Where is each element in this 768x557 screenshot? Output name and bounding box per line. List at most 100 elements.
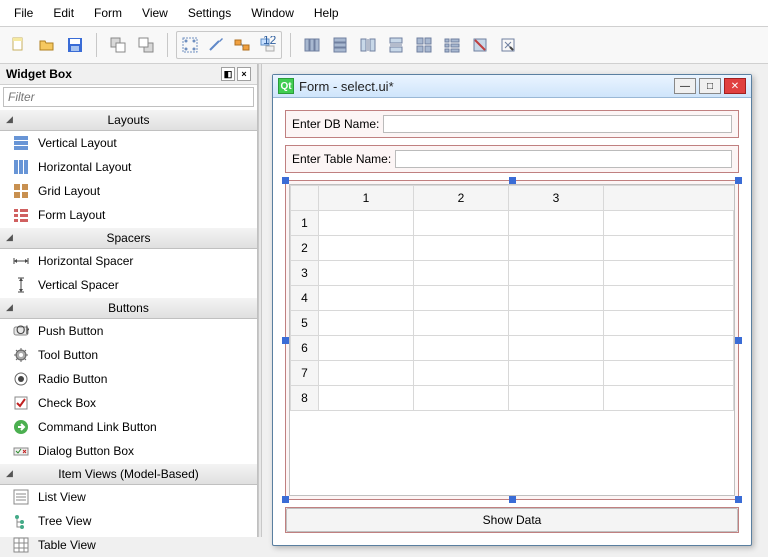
widget-list-view[interactable]: List View [0, 485, 257, 509]
design-area: Qt Form - select.ui* — □ ✕ Enter DB Name… [262, 64, 768, 537]
category-itemviews-header[interactable]: ◢Item Views (Model-Based) [0, 463, 257, 485]
list-view-icon [12, 489, 30, 505]
close-button[interactable]: ✕ [724, 78, 746, 94]
radio-button-icon [12, 371, 30, 387]
row-header-5[interactable]: 5 [291, 311, 319, 336]
row-header-1[interactable]: 1 [291, 211, 319, 236]
menubar: File Edit Form View Settings Window Help [0, 0, 768, 27]
widget-box-filter-input[interactable] [3, 87, 254, 107]
db-name-input-container[interactable]: Enter DB Name: [285, 110, 739, 138]
edit-signals-button[interactable] [203, 32, 229, 58]
widget-box-close-button[interactable]: × [237, 67, 251, 81]
open-file-button[interactable] [34, 32, 60, 58]
send-to-back-button[interactable] [105, 32, 131, 58]
widget-tool-button[interactable]: Tool Button [0, 343, 257, 367]
form-title: Form - select.ui* [299, 79, 669, 94]
menu-help[interactable]: Help [304, 2, 349, 24]
row-header-2[interactable]: 2 [291, 236, 319, 261]
new-file-button[interactable] [6, 32, 32, 58]
layout-horizontal-button[interactable] [299, 32, 325, 58]
table-widget-selection[interactable]: 1 2 3 1 2 3 4 5 6 7 8 [285, 180, 739, 500]
show-data-button-container[interactable]: Show Data [285, 507, 739, 533]
menu-edit[interactable]: Edit [43, 2, 84, 24]
widget-horizontal-spacer[interactable]: Horizontal Spacer [0, 249, 257, 273]
menu-window[interactable]: Window [241, 2, 304, 24]
widget-box-float-button[interactable]: ◧ [221, 67, 235, 81]
widget-table-view[interactable]: Table View [0, 533, 257, 557]
menu-form[interactable]: Form [84, 2, 132, 24]
layout-form-button[interactable] [439, 32, 465, 58]
widget-dialog-button-box[interactable]: Dialog Button Box [0, 439, 257, 463]
maximize-button[interactable]: □ [699, 78, 721, 94]
db-name-label: Enter DB Name: [292, 117, 379, 131]
widget-tree-view[interactable]: Tree View [0, 509, 257, 533]
row-header-3[interactable]: 3 [291, 261, 319, 286]
form-canvas[interactable]: Enter DB Name: Enter Table Name: [273, 98, 751, 545]
widget-check-box[interactable]: Check Box [0, 391, 257, 415]
table-name-input[interactable] [395, 150, 732, 168]
layout-vertical-button[interactable] [327, 32, 353, 58]
svg-text:123: 123 [263, 36, 277, 47]
push-button-icon: OK [12, 323, 30, 339]
dialog-button-box-icon [12, 443, 30, 459]
command-link-icon [12, 419, 30, 435]
qt-icon: Qt [278, 78, 294, 94]
category-buttons-header[interactable]: ◢Buttons [0, 297, 257, 319]
minimize-button[interactable]: — [674, 78, 696, 94]
category-layouts-header[interactable]: ◢Layouts [0, 109, 257, 131]
row-header-6[interactable]: 6 [291, 336, 319, 361]
layout-grid-button[interactable] [411, 32, 437, 58]
form-window: Qt Form - select.ui* — □ ✕ Enter DB Name… [272, 74, 752, 546]
break-layout-button[interactable] [467, 32, 493, 58]
vertical-spacer-icon [12, 277, 30, 293]
table-widget[interactable]: 1 2 3 1 2 3 4 5 6 7 8 [289, 184, 735, 496]
horizontal-spacer-icon [12, 253, 30, 269]
form-titlebar[interactable]: Qt Form - select.ui* — □ ✕ [273, 75, 751, 98]
adjust-size-button[interactable] [495, 32, 521, 58]
layout-hsplit-button[interactable] [355, 32, 381, 58]
db-name-input[interactable] [383, 115, 732, 133]
widget-horizontal-layout[interactable]: Horizontal Layout [0, 155, 257, 179]
table-name-label: Enter Table Name: [292, 152, 391, 166]
table-view-icon [12, 537, 30, 553]
svg-text:OK: OK [16, 323, 29, 337]
row-header-4[interactable]: 4 [291, 286, 319, 311]
widget-grid-layout[interactable]: Grid Layout [0, 179, 257, 203]
widget-command-link-button[interactable]: Command Link Button [0, 415, 257, 439]
col-header-1[interactable]: 1 [319, 186, 414, 211]
col-header-2[interactable]: 2 [414, 186, 509, 211]
widget-push-button[interactable]: OKPush Button [0, 319, 257, 343]
col-header-3[interactable]: 3 [509, 186, 604, 211]
tree-view-icon [12, 513, 30, 529]
widget-form-layout[interactable]: Form Layout [0, 203, 257, 227]
category-spacers-header[interactable]: ◢Spacers [0, 227, 257, 249]
menu-view[interactable]: View [132, 2, 178, 24]
bring-to-front-button[interactable] [133, 32, 159, 58]
show-data-button[interactable]: Show Data [286, 508, 738, 532]
toolbar: 123 [0, 27, 768, 64]
horizontal-layout-icon [12, 159, 30, 175]
workspace: Widget Box ◧ × ◢Layouts Vertical Layout … [0, 64, 768, 537]
menu-file[interactable]: File [4, 2, 43, 24]
check-box-icon [12, 395, 30, 411]
row-header-7[interactable]: 7 [291, 361, 319, 386]
edit-widgets-button[interactable] [177, 32, 203, 58]
widget-box-titlebar: Widget Box ◧ × [0, 64, 257, 85]
widget-box-panel: Widget Box ◧ × ◢Layouts Vertical Layout … [0, 64, 258, 537]
edit-buddies-button[interactable] [229, 32, 255, 58]
table-corner[interactable] [291, 186, 319, 211]
row-header-8[interactable]: 8 [291, 386, 319, 411]
grid-layout-icon [12, 183, 30, 199]
menu-settings[interactable]: Settings [178, 2, 241, 24]
widget-radio-button[interactable]: Radio Button [0, 367, 257, 391]
form-layout-icon [12, 207, 30, 223]
layout-vsplit-button[interactable] [383, 32, 409, 58]
widget-vertical-spacer[interactable]: Vertical Spacer [0, 273, 257, 297]
widget-box-title: Widget Box [6, 67, 72, 81]
edit-tab-order-button[interactable]: 123 [255, 32, 281, 58]
widget-vertical-layout[interactable]: Vertical Layout [0, 131, 257, 155]
save-button[interactable] [62, 32, 88, 58]
tool-button-icon [12, 347, 30, 363]
vertical-layout-icon [12, 135, 30, 151]
table-name-input-container[interactable]: Enter Table Name: [285, 145, 739, 173]
